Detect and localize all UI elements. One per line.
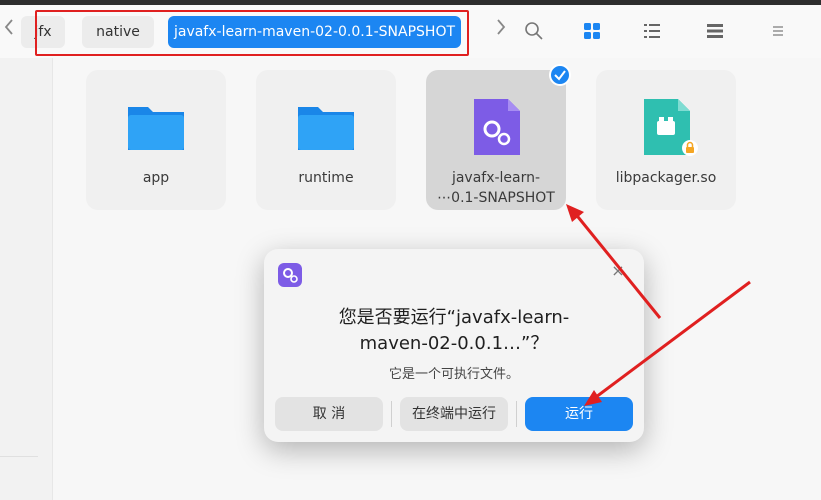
file-item-app[interactable]: app — [86, 70, 226, 210]
chevron-right-icon[interactable] — [494, 17, 508, 37]
dialog-subtitle: 它是一个可执行文件。 — [388, 367, 519, 382]
file-item-javafx-snapshot[interactable]: javafx-learn- ⋯0.1-SNAPSHOT — [426, 70, 566, 210]
executable-icon — [474, 99, 520, 155]
lock-icon — [682, 140, 698, 156]
run-in-terminal-button[interactable]: 在终端中运行 — [400, 397, 508, 431]
dialog-title-line1: 您是否要运行“javafx-learn- — [338, 307, 570, 328]
sidebar — [0, 58, 53, 500]
grid-view-icon[interactable] — [582, 21, 602, 41]
file-item-libpackager[interactable]: libpackager.so — [596, 70, 736, 210]
file-label-line2: ⋯0.1-SNAPSHOT — [437, 190, 555, 206]
dialog-title: 您是否要运行“javafx-learn- maven-02-0.0.1…”？ — [304, 305, 604, 357]
file-label: libpackager.so — [615, 170, 717, 186]
button-separator — [516, 401, 517, 427]
search-icon[interactable] — [524, 21, 544, 41]
file-label-line1: javafx-learn- — [451, 170, 541, 186]
file-label: app — [142, 170, 170, 186]
file-label: runtime — [298, 170, 354, 186]
list-view-icon[interactable] — [642, 21, 662, 41]
close-icon[interactable]: × — [610, 263, 626, 279]
app-icon — [278, 263, 302, 287]
selected-check-icon — [549, 64, 571, 86]
compact-view-icon[interactable] — [705, 21, 725, 41]
sidebar-divider — [0, 456, 38, 457]
run-confirmation-dialog: × 您是否要运行“javafx-learn- maven-02-0.0.1…”？… — [264, 249, 644, 442]
run-button[interactable]: 运行 — [525, 397, 633, 431]
annotation-highlight-box — [35, 10, 469, 56]
cancel-button[interactable]: 取 消 — [275, 397, 383, 431]
file-label: javafx-learn- ⋯0.1-SNAPSHOT — [426, 168, 566, 208]
button-separator — [391, 401, 392, 427]
menu-icon[interactable] — [768, 21, 788, 41]
dialog-title-line2: maven-02-0.0.1…”？ — [359, 333, 549, 354]
folder-icon — [128, 107, 184, 150]
chevron-left-icon[interactable] — [2, 17, 16, 37]
file-item-runtime[interactable]: runtime — [256, 70, 396, 210]
folder-icon — [298, 107, 354, 150]
